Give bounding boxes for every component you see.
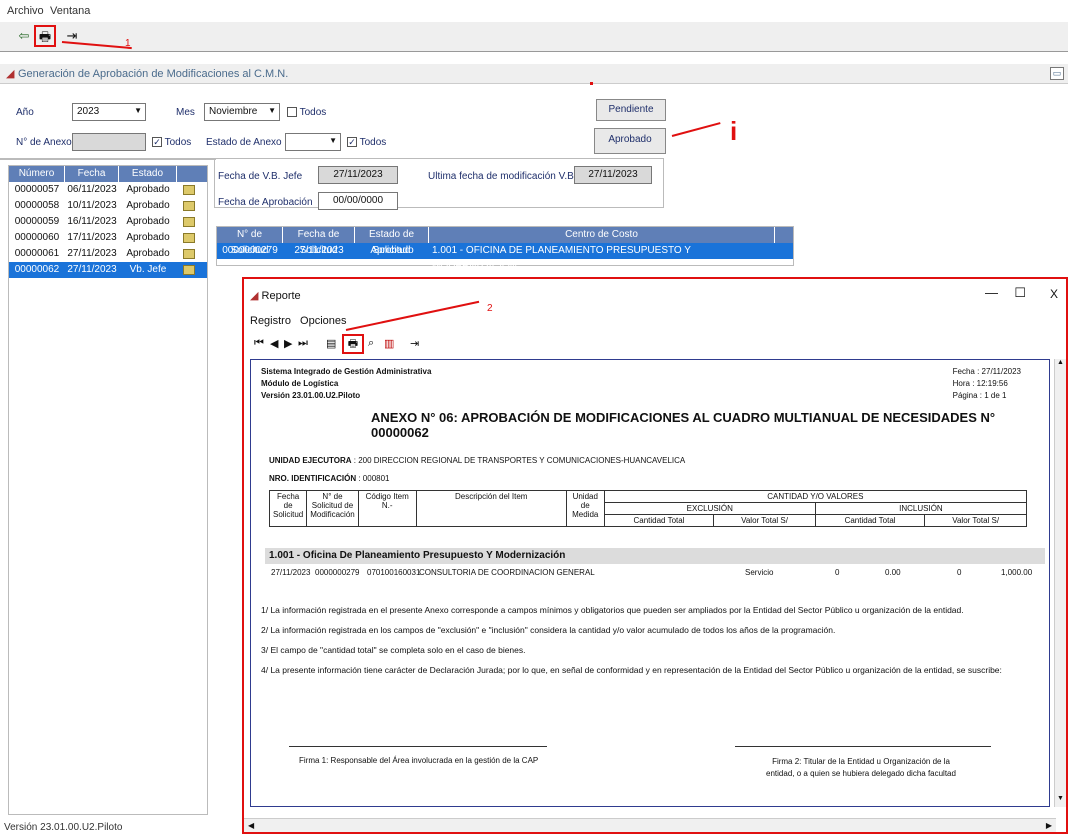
report-table: Fecha de Solicitud N° de Solicitud de Mo…	[268, 490, 1028, 527]
table-row-selected[interactable]: 00000062 27/11/2023 Vb. Jefe	[9, 262, 207, 278]
main-toolbar: ⇦ 🖶 ⇥	[0, 22, 1068, 52]
anio-label: Año	[16, 107, 34, 118]
status-bar: Versión 23.01.00.U2.Piloto	[4, 822, 123, 833]
menu-archivo[interactable]: Archivo	[7, 5, 44, 17]
report-page: Sistema Integrado de Gestión Administrat…	[250, 359, 1050, 807]
anexo-grid-header: Número Fecha Estado	[9, 166, 207, 182]
divider	[0, 158, 216, 160]
signature-1-label: Firma 1: Responsable del Área involucrad…	[299, 756, 539, 765]
apro-date-field[interactable]: 00/00/0000	[318, 192, 398, 210]
print-icon[interactable]: 🖶	[34, 25, 56, 47]
exit-icon[interactable]: ⇥	[410, 337, 419, 350]
zoom-icon[interactable]: ▥	[384, 337, 394, 350]
window-icon: ◢	[6, 68, 15, 80]
first-page-icon[interactable]: ⏮	[254, 337, 264, 350]
aprobado-button[interactable]: Aprobado	[594, 128, 666, 154]
report-toolbar: ⏮ ◀ ▶ ⏭ ▤ 🖶 ⌕ ▥ ⇥	[250, 334, 450, 356]
report-header-right: Fecha : 27/11/2023 Hora : 12:19:56 Página …	[952, 367, 1021, 400]
prev-page-icon[interactable]: ◀	[270, 337, 278, 350]
col-centro-costo[interactable]: Centro de Costo	[429, 227, 775, 243]
nro-identificacion: NRO. IDENTIFICACIÓN : 000801	[269, 474, 390, 483]
report-header-left: Sistema Integrado de Gestión Administrat…	[261, 367, 432, 400]
ult-label: Ultima fecha de modificación V.B. Jefe	[428, 171, 599, 182]
report-titlebar: ◢ Reporte	[250, 289, 301, 302]
folder-icon[interactable]	[183, 201, 195, 211]
pendiente-button[interactable]: Pendiente	[596, 99, 666, 121]
report-title: Reporte	[261, 290, 301, 302]
anexo-label: N° de Anexo	[16, 137, 72, 148]
folder-icon[interactable]	[183, 217, 195, 227]
annotation-label-2: 2	[487, 303, 493, 314]
menu-opciones[interactable]: Opciones	[300, 315, 346, 327]
col-fecha[interactable]: Fecha	[65, 166, 119, 182]
report-menubar: Registro Opciones	[250, 315, 347, 327]
annotation-label-i: i	[730, 116, 738, 146]
search-icon[interactable]: ⌕	[368, 337, 374, 350]
mdi-title-text: Generación de Aprobación de Modificacion…	[18, 68, 289, 80]
maximize-icon[interactable]: ☐	[1014, 285, 1026, 301]
estado-anexo-select[interactable]: ▼	[285, 133, 341, 151]
print-icon[interactable]: 🖶	[342, 334, 364, 354]
solicitud-grid: N° de Solicitud Fecha de Solicitud Estad…	[216, 226, 794, 272]
annotation-arrow-2	[345, 300, 480, 331]
col-estado-solicitud[interactable]: Estado de Solicitud	[355, 227, 429, 256]
horizontal-scrollbar[interactable]: ◀ ▶	[244, 818, 1056, 832]
table-row-selected[interactable]: 0000000279 27/11/2023 Aprobado 1.001 - O…	[217, 243, 793, 272]
signature-line-1	[289, 746, 547, 747]
menu-registro[interactable]: Registro	[250, 315, 291, 327]
folder-icon[interactable]	[183, 185, 195, 195]
last-page-icon[interactable]: ⏭	[298, 337, 308, 350]
menu-ventana[interactable]: Ventana	[50, 5, 90, 17]
signature-line-2	[735, 746, 991, 747]
todos-estado-checkbox[interactable]: ✓ Todos	[347, 137, 386, 148]
report-main-title: ANEXO N° 06: APROBACIÓN DE MODIFICACIONE…	[371, 410, 996, 440]
estado-anexo-label: Estado de Anexo	[206, 137, 282, 148]
table-row[interactable]: 00000057 06/11/2023 Aprobado	[9, 182, 207, 198]
col-nsolicitud[interactable]: N° de Solicitud	[217, 227, 283, 256]
mdi-window-title: ◢ Generación de Aprobación de Modificaci…	[0, 64, 1068, 84]
report-icon: ◢	[250, 290, 259, 302]
anexo-field[interactable]	[72, 133, 146, 151]
folder-icon[interactable]	[183, 233, 195, 243]
mes-label: Mes	[176, 107, 195, 118]
folder-icon[interactable]	[183, 249, 195, 259]
export-icon[interactable]: ▤	[326, 337, 336, 350]
back-icon[interactable]: ⇦	[14, 26, 34, 46]
table-row[interactable]: 00000061 27/11/2023 Aprobado	[9, 246, 207, 262]
anexo-grid: Número Fecha Estado 00000057 06/11/2023 Ap…	[8, 165, 208, 815]
solicitud-grid-header: N° de Solicitud Fecha de Solicitud Estad…	[217, 227, 793, 256]
next-page-icon[interactable]: ▶	[284, 337, 292, 350]
report-window: ◢ Reporte — ☐ X Registro Opciones ⏮ ◀ ▶ …	[242, 277, 1068, 834]
col-estado[interactable]: Estado	[119, 166, 177, 182]
report-group-row: 1.001 - Oficina De Planeamiento Presupue…	[265, 548, 1045, 564]
todos-mes-checkbox[interactable]: Todos	[287, 107, 326, 118]
table-row[interactable]: 00000059 16/11/2023 Aprobado	[9, 214, 207, 230]
table-row[interactable]: 00000060 17/11/2023 Aprobado	[9, 230, 207, 246]
ult-date-field[interactable]: 27/11/2023	[574, 166, 652, 184]
col-fecha-solicitud[interactable]: Fecha de Solicitud	[283, 227, 355, 256]
annotation-arrow-i	[671, 122, 721, 137]
col-numero[interactable]: Número	[9, 166, 65, 182]
close-icon[interactable]: X	[1050, 287, 1058, 301]
report-notes: 1/ La información registrada en el prese…	[261, 605, 1002, 675]
mes-select[interactable]: Noviembre ▼	[204, 103, 280, 121]
main-menubar: Archivo Ventana	[0, 0, 1068, 20]
vb-date-field[interactable]: 27/11/2023	[318, 166, 398, 184]
signature-2-label: Firma 2: Titular de la Entidad u Organiz…	[766, 757, 956, 778]
apro-label: Fecha de Aprobación	[218, 197, 313, 208]
unidad-ejecutora: UNIDAD EJECUTORA : 200 DIRECCION REGIONA…	[269, 456, 686, 465]
vertical-scrollbar[interactable]: ▲ ▼	[1054, 359, 1066, 807]
table-row[interactable]: 00000058 10/11/2023 Aprobado	[9, 198, 207, 214]
annotation-label-1: 1	[125, 38, 131, 49]
restore-icon[interactable]: ▭	[1050, 67, 1064, 80]
todos-anexo-checkbox[interactable]: ✓ Todos	[152, 137, 191, 148]
anio-select[interactable]: 2023 ▼	[72, 103, 146, 121]
vb-label: Fecha de V.B. Jefe	[218, 171, 303, 182]
folder-icon[interactable]	[183, 265, 195, 275]
minimize-icon[interactable]: —	[985, 285, 998, 300]
annotation-dot	[590, 82, 593, 85]
